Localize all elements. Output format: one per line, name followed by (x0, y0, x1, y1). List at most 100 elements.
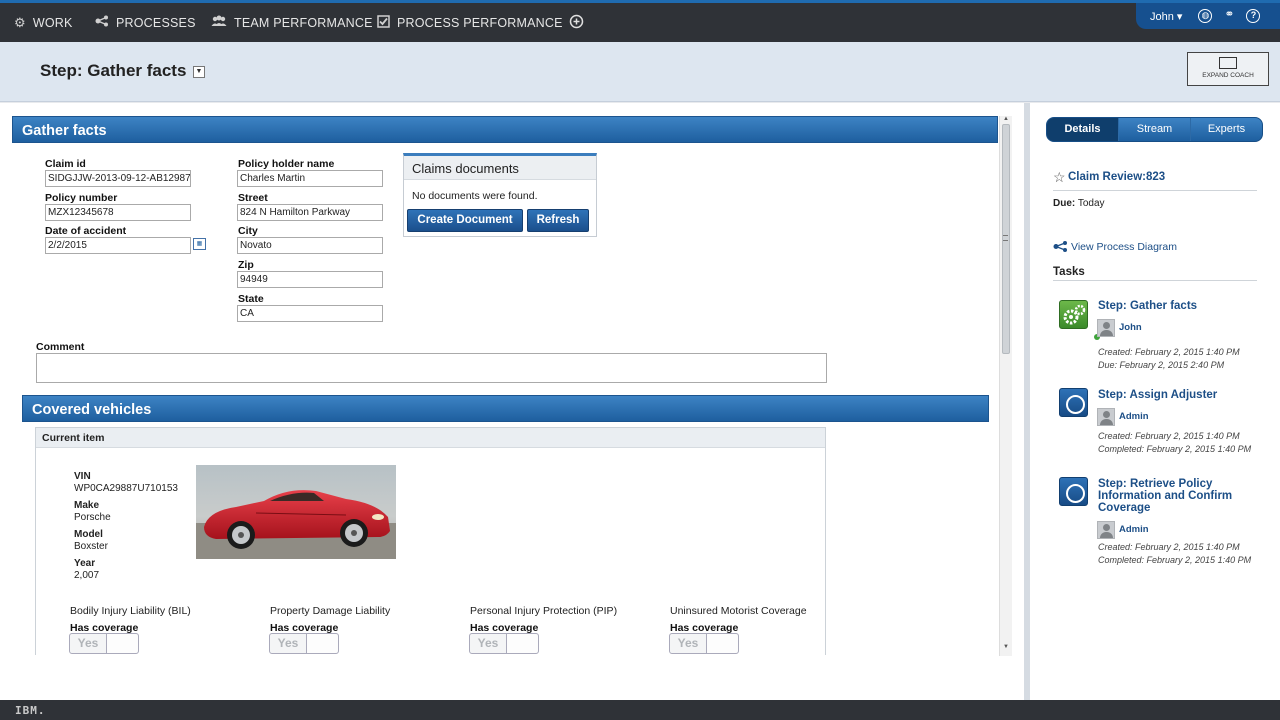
gear-icon: ⚙ (14, 14, 26, 30)
scroll-down-arrow[interactable]: ▼ (1003, 644, 1009, 650)
tab-details[interactable]: Details (1047, 118, 1119, 141)
coverage-bil-toggle[interactable]: Yes (69, 633, 139, 654)
policy-holder-field[interactable]: Charles Martin (237, 170, 383, 187)
avatar (1097, 319, 1115, 337)
nav-process-performance[interactable]: PROCESS PERFORMANCE (377, 3, 563, 42)
expand-icon (1219, 57, 1237, 69)
tasks-heading: Tasks (1053, 266, 1085, 278)
policy-number-field[interactable]: MZX12345678 (45, 204, 191, 221)
zip-field[interactable]: 94949 (237, 271, 383, 288)
nav-work[interactable]: ⚙ WORK (14, 3, 73, 42)
footer-bar: IBM. (0, 700, 1280, 720)
current-item-header: Current item (36, 428, 825, 448)
coverage-umc-toggle[interactable]: Yes (669, 633, 739, 654)
make-label: Make (74, 500, 100, 511)
task-completed: Completed: February 2, 2015 1:40 PM (1098, 444, 1252, 454)
checklist-icon (377, 14, 390, 31)
claim-id-label: Claim id (45, 158, 86, 170)
tab-stream[interactable]: Stream (1119, 118, 1191, 141)
divider (1053, 190, 1257, 191)
task-assignee[interactable]: John (1119, 322, 1142, 333)
scroll-up-arrow[interactable]: ▲ (1003, 116, 1009, 122)
create-document-button[interactable]: Create Document (407, 209, 523, 232)
toggle-knob (506, 634, 538, 653)
comment-label: Comment (36, 341, 85, 353)
street-label: Street (238, 192, 268, 204)
user-area: John ▾ ◍ ⚭ ? (1136, 3, 1280, 29)
favorite-star-icon[interactable]: ☆ (1053, 169, 1066, 186)
nav-processes[interactable]: PROCESSES (95, 3, 196, 42)
no-documents-message: No documents were found. (412, 190, 538, 202)
globe-icon[interactable]: ◍ (1198, 9, 1213, 23)
year-label: Year (74, 558, 96, 569)
policy-number-label: Policy number (45, 192, 118, 204)
step-dropdown-button[interactable]: ▼ (193, 66, 205, 78)
team-icon (211, 15, 227, 30)
completed-task-icon (1059, 477, 1088, 506)
expand-coach-label: EXPAND COACH (1202, 72, 1254, 79)
scroll-clip (0, 655, 1024, 700)
coverage-umc-label: Uninsured Motorist Coverage (670, 605, 807, 617)
date-of-accident-label: Date of accident (45, 225, 127, 237)
section-header-covered-vehicles: Covered vehicles (22, 395, 989, 422)
section-header-gather-facts: Gather facts (12, 116, 998, 143)
task-title-retrieve-policy[interactable]: Step: Retrieve Policy Information and Co… (1098, 478, 1248, 514)
user-menu[interactable]: John ▾ (1150, 10, 1182, 23)
link-icon[interactable]: ⚭ (1222, 8, 1236, 23)
refresh-button[interactable]: Refresh (527, 209, 589, 232)
nav-work-label: WORK (32, 15, 73, 30)
due-row: Due: Today (1053, 198, 1105, 209)
vin-value: WP0CA29887U710153 (74, 483, 178, 494)
scrollbar-grip (1003, 235, 1008, 241)
state-field[interactable]: CA (237, 305, 383, 322)
add-tab-button[interactable] (569, 3, 584, 42)
coverage-pdl-label: Property Damage Liability (270, 605, 391, 617)
policy-holder-label: Policy holder name (238, 158, 335, 170)
vehicle-photo (196, 465, 396, 559)
street-field[interactable]: 824 N Hamilton Parkway (237, 204, 383, 221)
toggle-yes-label: Yes (477, 636, 499, 650)
nav-team-performance[interactable]: TEAM PERFORMANCE (211, 3, 373, 42)
claim-title: Claim Review:823 (1068, 171, 1166, 183)
expand-coach-button[interactable]: EXPAND COACH (1187, 52, 1269, 86)
tab-experts[interactable]: Experts (1191, 118, 1262, 141)
claims-documents-title: Claims documents (404, 156, 596, 180)
calendar-icon[interactable]: ▦ (193, 238, 206, 250)
city-field[interactable]: Novato (237, 237, 383, 254)
view-process-diagram-link[interactable]: View Process Diagram (1071, 241, 1177, 253)
date-of-accident-field[interactable]: 2/2/2015 (45, 237, 191, 254)
claim-id-field[interactable]: SIDGJJW-2013-09-12-AB1298765 (45, 170, 191, 187)
toggle-knob (106, 634, 138, 653)
toggle-yes-label: Yes (277, 636, 299, 650)
task-created: Created: February 2, 2015 1:40 PM (1098, 347, 1240, 357)
task-assignee[interactable]: Admin (1119, 524, 1149, 535)
due-label: Due: (1053, 198, 1076, 209)
help-icon[interactable]: ? (1246, 9, 1261, 23)
comment-field[interactable] (36, 353, 827, 383)
top-navigation-bar: ⚙ WORK PROCESSES TEAM PERFORMANCE PROCES… (0, 0, 1280, 42)
vin-label: VIN (74, 471, 91, 482)
coverage-pip-label: Personal Injury Protection (PIP) (470, 605, 618, 617)
completed-task-icon (1059, 388, 1088, 417)
avatar (1097, 521, 1115, 539)
nav-processes-label: PROCESSES (116, 15, 196, 30)
coverage-pdl-toggle[interactable]: Yes (269, 633, 339, 654)
zip-label: Zip (238, 259, 254, 271)
step-header: Step: Gather facts ▼ EXPAND COACH (0, 42, 1280, 102)
coverage-pip-toggle[interactable]: Yes (469, 633, 539, 654)
process-diagram-icon (1053, 241, 1068, 255)
year-value: 2,007 (74, 570, 100, 581)
model-value: Boxster (74, 541, 108, 552)
toggle-yes-label: Yes (677, 636, 699, 650)
main-scrollbar[interactable]: ▲ ▼ (999, 116, 1012, 656)
task-created: Created: February 2, 2015 1:40 PM (1098, 431, 1240, 441)
task-assignee[interactable]: Admin (1119, 411, 1149, 422)
plus-circle-icon (569, 14, 584, 32)
details-tabs: Details Stream Experts (1046, 117, 1263, 142)
nav-team-performance-label: TEAM PERFORMANCE (234, 15, 373, 30)
nav-process-performance-label: PROCESS PERFORMANCE (397, 15, 563, 30)
task-title-assign-adjuster[interactable]: Step: Assign Adjuster (1098, 389, 1248, 401)
model-label: Model (74, 529, 103, 540)
coverage-bil-label: Bodily Injury Liability (BIL) (70, 605, 191, 617)
task-title-gather-facts[interactable]: Step: Gather facts (1098, 300, 1248, 312)
